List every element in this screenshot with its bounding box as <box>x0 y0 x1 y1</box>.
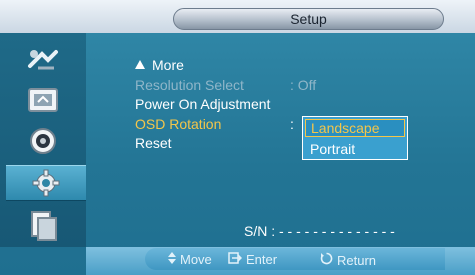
menu-item-label: Resolution Select <box>135 76 244 93</box>
menu-item-value: : <box>290 115 294 132</box>
sidebar-item-picture[interactable] <box>14 41 72 77</box>
setup-menu: More Resolution Select : Off Power On Ad… <box>135 56 316 154</box>
menu-item-resolution-select: Resolution Select : Off <box>135 76 316 96</box>
menu-item-power-on-adjustment[interactable]: Power On Adjustment <box>135 95 270 115</box>
sidebar-item-setup[interactable] <box>6 165 86 201</box>
dropdown-option-landscape[interactable]: Landscape <box>305 119 405 137</box>
menu-item-value: : Off <box>290 76 317 93</box>
sidebar <box>0 33 86 247</box>
enter-icon <box>228 252 243 267</box>
footer-move-label: Move <box>180 252 212 267</box>
menu-item-label: Power On Adjustment <box>135 96 271 112</box>
move-arrows-icon <box>168 252 176 267</box>
setup-gear-icon <box>25 168 67 198</box>
sidebar-item-display[interactable] <box>14 82 72 118</box>
serial-number: S/N : - - - - - - - - - - - - - - <box>244 223 395 239</box>
menu-item-osd-rotation[interactable]: OSD Rotation : <box>135 115 294 135</box>
footer-return-label: Return <box>337 252 377 268</box>
return-icon <box>320 252 333 268</box>
menu-item-label: More <box>152 57 184 73</box>
up-arrow-icon <box>135 60 145 69</box>
footer-move: Move <box>168 252 212 267</box>
dropdown-option-portrait[interactable]: Portrait <box>305 140 405 158</box>
display-size-icon <box>22 85 64 115</box>
footer-enter-label: Enter <box>246 252 278 267</box>
menu-item-label: Reset <box>135 135 172 151</box>
sidebar-item-input[interactable] <box>14 208 72 244</box>
footer-enter: Enter <box>228 252 277 267</box>
sidebar-item-sound[interactable] <box>14 123 72 159</box>
sound-icon <box>22 126 64 156</box>
footer-return: Return <box>320 252 376 268</box>
osd-rotation-dropdown[interactable]: Landscape Portrait <box>302 116 408 160</box>
picture-icon <box>22 44 64 74</box>
menu-item-more[interactable]: More <box>135 56 270 76</box>
input-source-icon <box>22 211 64 241</box>
menu-item-reset[interactable]: Reset <box>135 134 270 154</box>
window-title: Setup <box>173 8 444 30</box>
menu-item-label: OSD Rotation <box>135 115 222 132</box>
